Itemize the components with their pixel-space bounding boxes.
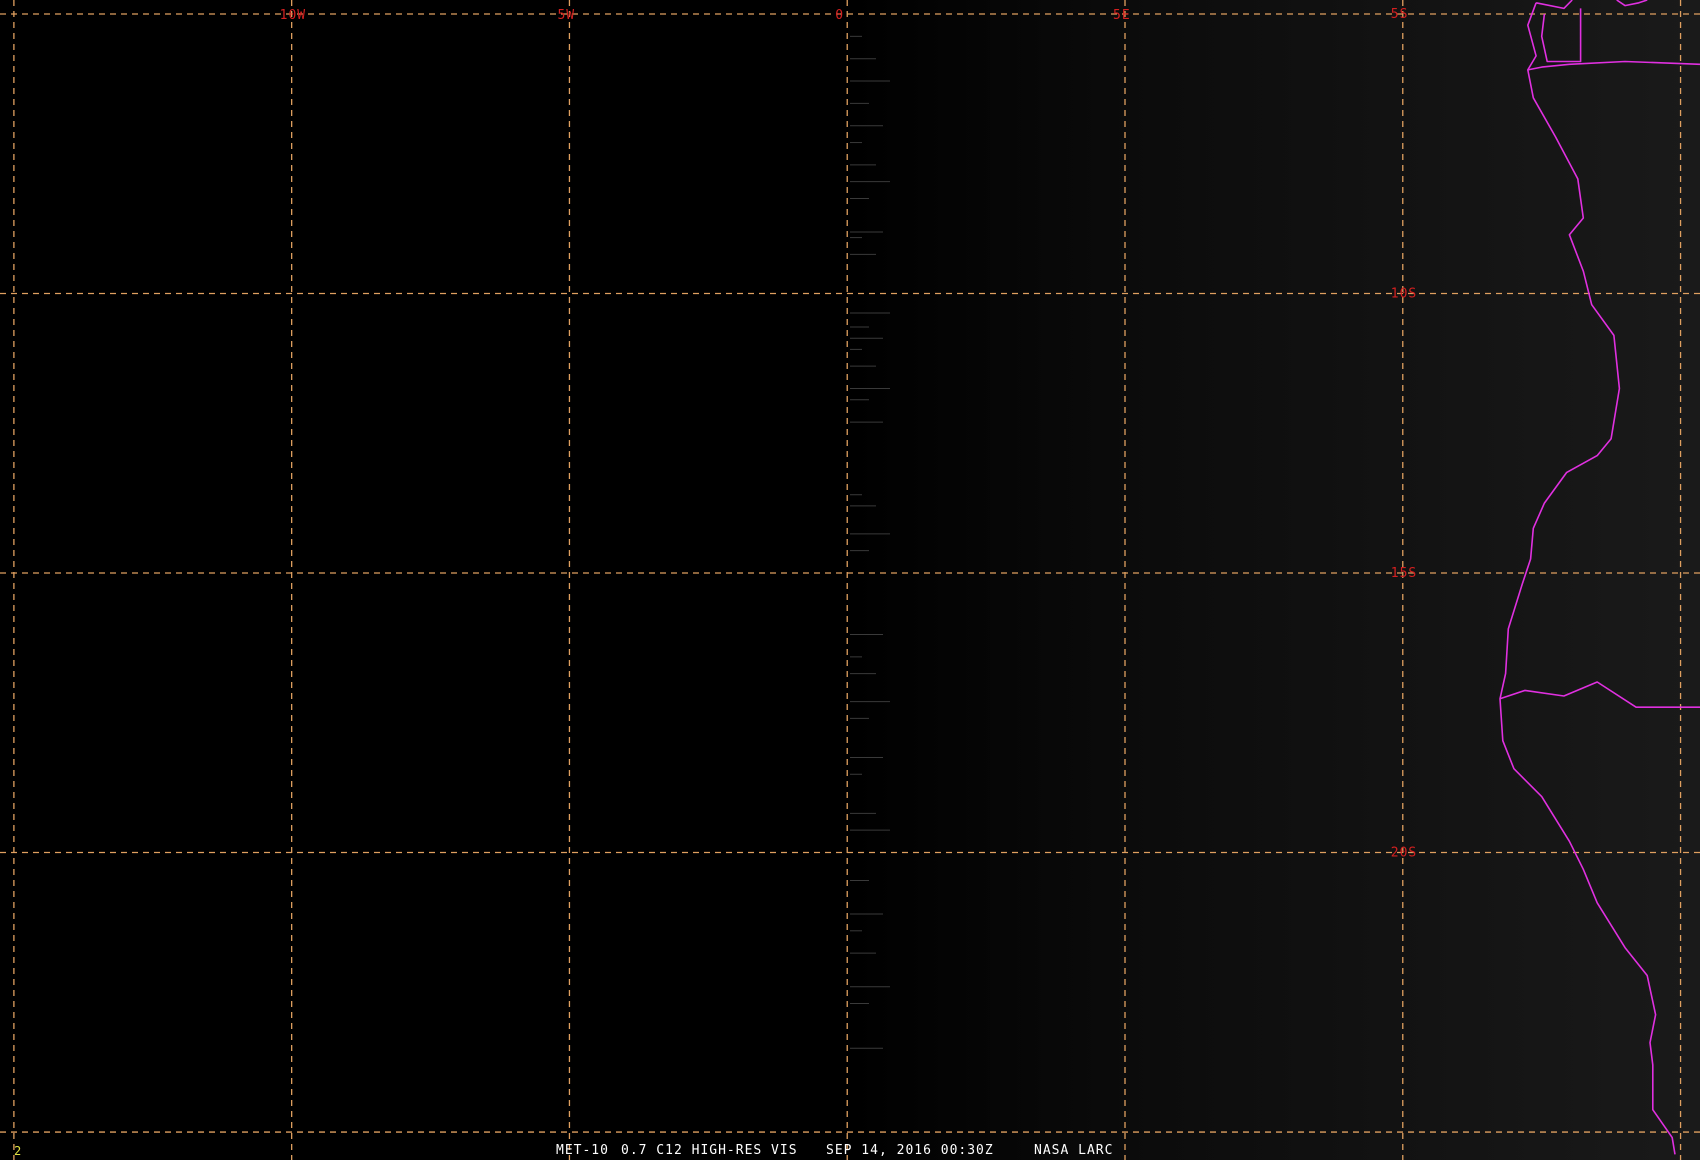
caption-datetime: SEP 14, 2016 00:30Z	[826, 1143, 994, 1158]
map-canvas: 10W 5W 0 5E 5S 10S 15S 20S 2 MET-10 0.7 C12 HIG…	[0, 0, 1700, 1160]
latitude-label: 20S	[1391, 846, 1417, 861]
satellite-map: 10W 5W 0 5E 5S 10S 15S 20S 2 MET-10 0.7 C12 HIG…	[0, 0, 1700, 1160]
longitude-label: 5E	[1113, 8, 1131, 23]
latitude-label: 5S	[1391, 7, 1409, 22]
caption-source: NASA LARC	[1034, 1143, 1113, 1158]
latitude-label: 10S	[1391, 286, 1417, 301]
imagery-background	[0, 0, 1700, 1160]
longitude-label: 5W	[557, 8, 575, 23]
caption-satellite: MET-10	[556, 1143, 609, 1158]
longitude-label: 0	[835, 8, 844, 23]
latitude-label: 15S	[1391, 566, 1417, 581]
longitude-label: 10W	[280, 8, 306, 23]
frame-number: 2	[14, 1144, 21, 1158]
caption-channel: 0.7 C12 HIGH-RES VIS	[621, 1143, 798, 1158]
